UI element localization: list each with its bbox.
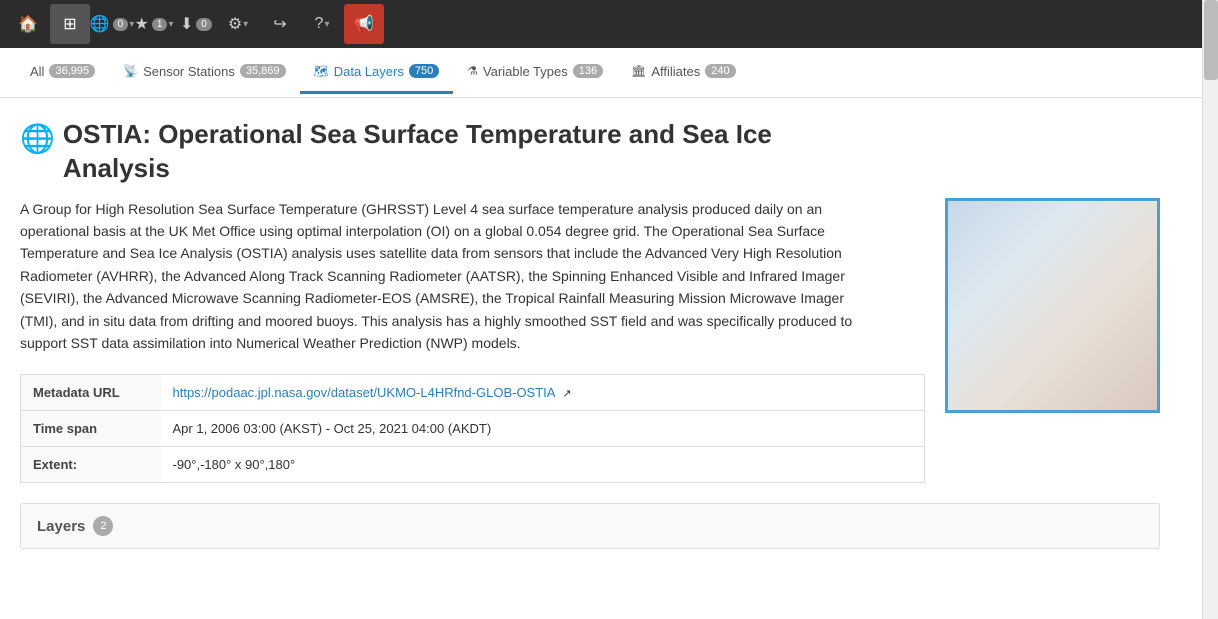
metadata-url-value: https://podaac.jpl.nasa.gov/dataset/UKMO…	[161, 375, 925, 411]
tab-affiliates[interactable]: 🏛 Affiliates 240	[617, 52, 750, 94]
share-icon: ↪	[273, 14, 286, 34]
tab-sensor-stations-count: 35,869	[240, 64, 286, 78]
content-left: A Group for High Resolution Sea Surface …	[20, 198, 925, 504]
home-icon: 🏠	[18, 14, 38, 34]
globe-badge: 0	[113, 18, 129, 31]
help-icon: ?	[315, 15, 324, 33]
content-layout: A Group for High Resolution Sea Surface …	[20, 198, 1160, 504]
metadata-url-label: Metadata URL	[21, 375, 161, 411]
scrollbar-thumb[interactable]	[1204, 0, 1218, 80]
metadata-row-extent: Extent: -90°,-180° x 90°,180°	[21, 447, 925, 483]
grid-icon: ⊞	[63, 14, 76, 34]
sensor-icon: 📡	[123, 64, 138, 78]
external-link-icon: ↗	[562, 388, 571, 400]
time-span-label: Time span	[21, 411, 161, 447]
affiliates-icon: 🏛	[631, 64, 646, 78]
star-counter-button[interactable]: ★ 1 ▾	[134, 4, 174, 44]
tab-data-layers-label: Data Layers	[334, 64, 404, 79]
extent-value: -90°,-180° x 90°,180°	[161, 447, 925, 483]
share-button[interactable]: ↪	[260, 4, 300, 44]
resource-thumbnail-area	[945, 198, 1160, 413]
gear-button[interactable]: ⚙ ▾	[218, 4, 258, 44]
variable-icon: ⚗	[467, 64, 478, 78]
layers-icon: 🗺	[314, 64, 329, 78]
thumbnail-image	[948, 201, 1157, 410]
resource-description: A Group for High Resolution Sea Surface …	[20, 198, 875, 355]
tab-sensor-stations[interactable]: 📡 Sensor Stations 35,869	[109, 52, 299, 94]
tab-sensor-stations-label: Sensor Stations	[143, 64, 235, 79]
download-badge: 0	[196, 18, 212, 31]
tab-all-label: All	[30, 64, 44, 79]
download-counter-button[interactable]: ⬇ 0	[176, 4, 216, 44]
resource-title: OSTIA: Operational Sea Surface Temperatu…	[63, 118, 772, 186]
tab-data-layers[interactable]: 🗺 Data Layers 750	[300, 52, 454, 94]
main-content: 🌐 OSTIA: Operational Sea Surface Tempera…	[0, 98, 1180, 559]
globe-counter-button[interactable]: 🌐 0 ▾	[92, 4, 132, 44]
resource-title-block: 🌐 OSTIA: Operational Sea Surface Tempera…	[20, 118, 1160, 186]
grid-button[interactable]: ⊞	[50, 4, 90, 44]
download-icon: ⬇	[180, 14, 193, 34]
tab-affiliates-count: 240	[705, 64, 735, 78]
resource-thumbnail	[945, 198, 1160, 413]
metadata-row-url: Metadata URL https://podaac.jpl.nasa.gov…	[21, 375, 925, 411]
tab-affiliates-label: Affiliates	[651, 64, 700, 79]
globe-icon: 🌐	[90, 14, 110, 34]
filter-tabs-bar: All 36,995 📡 Sensor Stations 35,869 🗺 Da…	[0, 48, 1218, 98]
metadata-url-link[interactable]: https://podaac.jpl.nasa.gov/dataset/UKMO…	[173, 385, 555, 400]
metadata-table: Metadata URL https://podaac.jpl.nasa.gov…	[20, 374, 925, 483]
announce-button[interactable]: 📢	[344, 4, 384, 44]
resource-globe-icon: 🌐	[20, 122, 55, 155]
star-icon: ★	[135, 14, 149, 34]
gear-dropdown-icon: ▾	[243, 19, 248, 30]
tab-variable-types-count: 136	[573, 64, 603, 78]
help-dropdown-icon: ▾	[324, 19, 329, 30]
announce-icon: 📢	[354, 14, 374, 34]
star-badge: 1	[152, 18, 168, 31]
tab-all-count: 36,995	[49, 64, 95, 78]
top-navigation: 🏠 ⊞ 🌐 0 ▾ ★ 1 ▾ ⬇ 0 ⚙ ▾ ↪ ? ▾ 📢	[0, 0, 1218, 48]
tab-variable-types[interactable]: ⚗ Variable Types 136	[453, 52, 617, 94]
help-button[interactable]: ? ▾	[302, 4, 342, 44]
extent-label: Extent:	[21, 447, 161, 483]
layers-count-badge: 2	[93, 516, 113, 536]
tab-all[interactable]: All 36,995	[16, 52, 109, 94]
gear-icon: ⚙	[228, 14, 242, 34]
dropdown-icon2: ▾	[168, 19, 173, 30]
layers-section[interactable]: Layers 2	[20, 503, 1160, 549]
home-button[interactable]: 🏠	[8, 4, 48, 44]
time-span-value: Apr 1, 2006 03:00 (AKST) - Oct 25, 2021 …	[161, 411, 925, 447]
metadata-row-timespan: Time span Apr 1, 2006 03:00 (AKST) - Oct…	[21, 411, 925, 447]
tab-variable-types-label: Variable Types	[483, 64, 568, 79]
tab-data-layers-count: 750	[409, 64, 439, 78]
layers-title: Layers	[37, 518, 85, 535]
scrollbar[interactable]	[1202, 0, 1218, 619]
